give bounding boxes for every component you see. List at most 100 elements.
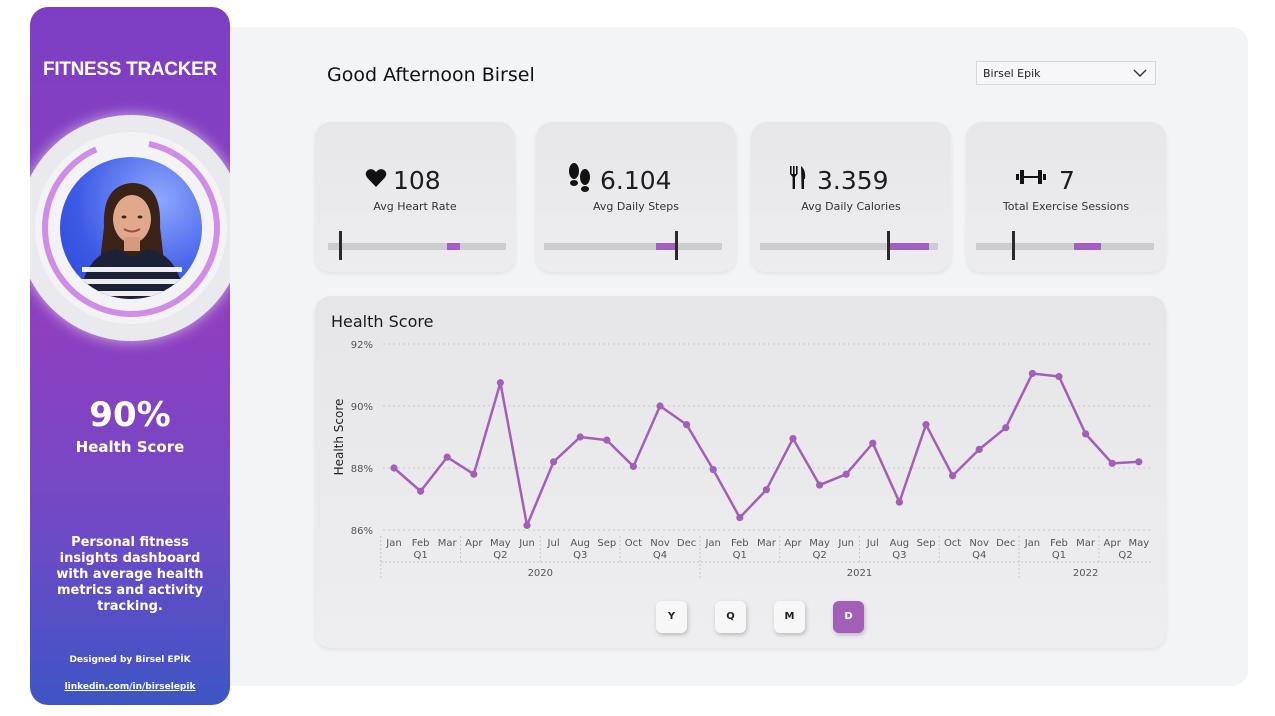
x-tick-label-month: Jan [704,538,720,549]
user-photo [80,183,184,299]
x-tick-label-month: Oct [625,538,642,549]
x-tick-label-month: Jul [866,538,879,549]
kpi-progress-fill [889,243,930,250]
y-tick-label: 90% [351,402,373,413]
kpi-card-exercise-sessions: 7 Total Exercise Sessions [966,122,1166,272]
profile-ring-card [30,115,230,341]
x-tick-label-year: 2022 [1073,568,1098,579]
designer-credit: Designed by Birsel EPİK [69,655,191,665]
kpi-target-marker [674,231,678,260]
kpi-card-heart-rate: 108 Avg Heart Rate [315,122,515,272]
data-point [1002,424,1010,432]
data-point [762,486,770,494]
x-tick-label-month: Sep [917,538,936,549]
y-tick-label: 86% [351,526,373,537]
data-point [550,458,558,466]
x-tick-label-year: 2021 [847,568,872,579]
x-tick-label-month: May [490,538,511,549]
x-tick-label-month: Sep [597,538,616,549]
data-point [736,514,744,522]
granularity-day-button[interactable]: D [833,601,864,633]
data-point [949,472,957,480]
x-tick-label-month: Jul [547,538,560,549]
granularity-month-button[interactable]: M [774,601,805,633]
kpi-target-marker [887,231,891,260]
data-point [709,465,717,474]
x-tick-label-month: Nov [650,538,670,549]
x-tick-label-quarter: Q4 [653,550,667,561]
kpi-progress-fill [1073,243,1101,250]
kpi-label: Avg Heart Rate [373,200,457,213]
health-score-chart-card: Health Score 86% 88% 90% 92% Health Score Jan… [315,296,1166,648]
data-point [789,434,797,443]
x-tick-label-month: Oct [944,538,961,549]
data-point [603,436,611,444]
data-point [443,453,451,461]
data-point [523,521,531,529]
user-select-dropdown[interactable]: Birsel Epik [976,61,1156,85]
kpi-label: Avg Daily Steps [593,200,679,213]
health-score-line-chart: 86% 88% 90% 92% Health Score Jan Feb Mar Apr May J… [332,340,1151,580]
x-tick-label-month: Feb [1050,538,1068,549]
x-tick-label-month: Nov [969,538,989,549]
kpi-target-marker [339,231,343,260]
health-score-value: 90% [89,395,171,435]
y-tick-label: 92% [351,340,373,351]
data-point [1028,369,1036,378]
x-tick-label-month: Aug [890,538,910,549]
data-point [816,481,824,489]
data-point [496,379,504,387]
kpi-value: 6.104 [600,166,672,195]
granularity-year-button[interactable]: Y [656,601,687,633]
sidebar: FITNESS TRACKER 90% Health Score Persona… [30,7,230,705]
x-tick-label-month: May [1128,538,1149,549]
x-tick-label-month: Mar [438,538,458,549]
x-tick-label-month: Jun [518,538,535,549]
x-tick-label-month: Feb [731,538,749,549]
linkedin-link[interactable]: linkedin.com/in/birselepik [30,682,230,692]
data-point [470,470,478,478]
x-tick-label-month: Apr [1104,538,1122,549]
x-tick-label-year: 2020 [528,568,553,579]
x-tick-label-quarter: Q2 [493,550,507,561]
x-tick-label-quarter: Q4 [972,550,986,561]
x-tick-label-month: Feb [412,538,430,549]
y-axis-label: Health Score [332,399,346,476]
granularity-quarter-button[interactable]: Q [715,601,746,633]
kpi-value: 3.359 [817,166,889,195]
x-tick-label-month: Jan [1024,538,1040,549]
data-point [842,470,850,478]
health-score-label: Health Score [75,438,185,456]
kpi-value: 108 [393,166,441,195]
x-tick-label-month: Jan [385,538,401,549]
kpi-card-daily-steps: 6.104 Avg Daily Steps [536,122,736,272]
dashboard-description: Personal fitness insights dashboard with… [56,535,204,614]
x-tick-label-month: Jun [837,538,854,549]
x-tick-label-quarter: Q3 [573,550,587,561]
data-point [629,462,637,471]
user-select-value: Birsel Epik [983,67,1041,80]
data-point [1135,458,1143,466]
data-point [417,487,425,495]
data-point [895,498,904,506]
x-tick-label-quarter: Q3 [892,550,906,561]
x-tick-label-month: Apr [784,538,802,549]
kpi-track [328,243,506,250]
kpi-value: 7 [1059,166,1075,195]
kpi-progress-fill [447,243,460,250]
x-tick-label-quarter: Q1 [733,550,747,561]
fork-knife-icon [790,166,806,189]
data-point [390,464,398,472]
x-tick-label-month: Aug [570,538,590,549]
data-point [975,445,983,453]
x-tick-label-quarter: Q1 [413,550,427,561]
y-tick-label: 88% [351,464,373,475]
x-tick-label-month: Dec [677,538,696,549]
x-tick-label-month: Mar [1076,538,1096,549]
kpi-target-marker [1012,231,1016,260]
x-tick-label-quarter: Q1 [1052,550,1066,561]
x-tick-label-month: May [809,538,830,549]
x-tick-label-quarter: Q2 [1118,550,1132,561]
kpi-label: Avg Daily Calories [801,200,901,213]
x-tick-label-month: Dec [996,538,1015,549]
